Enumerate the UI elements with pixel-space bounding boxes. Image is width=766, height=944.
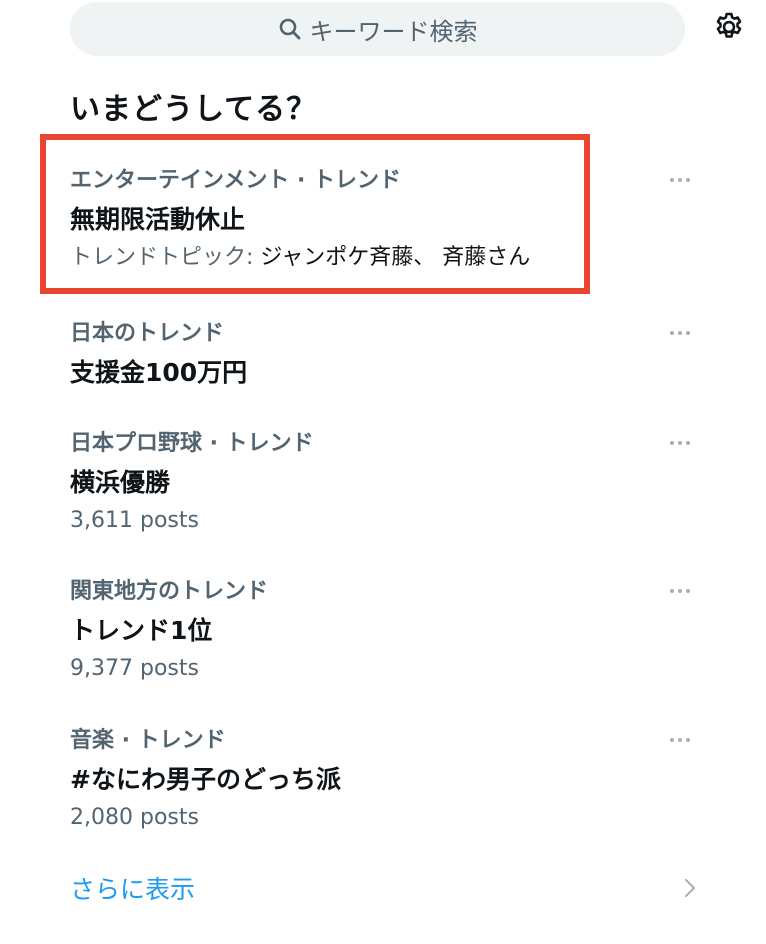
- more-options-button[interactable]: [660, 728, 700, 752]
- trend-post-count: 9,377 posts: [70, 656, 199, 681]
- trend-post-count: 2,080 posts: [70, 805, 199, 830]
- search-placeholder: キーワード検索: [309, 17, 478, 46]
- trend-category: 関東地方のトレンド: [70, 579, 269, 604]
- trend-item[interactable]: 日本プロ野球 · トレンド 横浜優勝 3,611 posts: [70, 429, 700, 537]
- trend-title: #なにわ男子のどっち派: [70, 765, 341, 794]
- chevron-right-icon: [680, 876, 700, 900]
- trend-topics-list: ジャンポケ斉藤、 斉藤さん: [260, 245, 531, 270]
- trend-item[interactable]: 日本のトレンド 支援金100万円: [70, 319, 700, 391]
- settings-button[interactable]: [710, 10, 748, 48]
- trend-category: 日本のトレンド: [70, 321, 225, 346]
- section-title: いまどうしてる？: [70, 92, 318, 127]
- more-options-button[interactable]: [660, 431, 700, 455]
- show-more-label: さらに表示: [70, 875, 196, 904]
- trend-category: エンターテインメント · トレンド: [70, 168, 402, 193]
- more-options-button[interactable]: [660, 168, 700, 192]
- search-icon: [278, 17, 302, 41]
- trend-title: 無期限活動休止: [70, 205, 246, 234]
- explore-panel: キーワード検索 いまどうしてる？ エンターテインメント · トレンド 無期限活動…: [0, 0, 766, 944]
- trend-topics: トレンドトピック: ジャンポケ斉藤、 斉藤さん: [70, 242, 700, 274]
- trend-item[interactable]: エンターテインメント · トレンド 無期限活動休止 トレンドトピック: ジャンポ…: [70, 166, 700, 274]
- gear-icon: [712, 10, 746, 48]
- trend-category: 日本プロ野球 · トレンド: [70, 431, 314, 456]
- trend-title: 支援金100万円: [70, 358, 248, 387]
- trend-item[interactable]: 関東地方のトレンド トレンド1位 9,377 posts: [70, 577, 700, 685]
- trend-item[interactable]: 音楽 · トレンド #なにわ男子のどっち派 2,080 posts: [70, 726, 700, 834]
- trend-post-count: 3,611 posts: [70, 508, 199, 533]
- more-options-button[interactable]: [660, 579, 700, 603]
- trend-category: 音楽 · トレンド: [70, 728, 226, 753]
- trend-title: 横浜優勝: [70, 468, 171, 497]
- trend-topics-prefix: トレンドトピック:: [70, 245, 261, 270]
- more-options-button[interactable]: [660, 321, 700, 345]
- show-more-link[interactable]: さらに表示: [70, 866, 700, 910]
- search-input[interactable]: キーワード検索: [70, 2, 685, 56]
- trend-title: トレンド1位: [70, 616, 213, 645]
